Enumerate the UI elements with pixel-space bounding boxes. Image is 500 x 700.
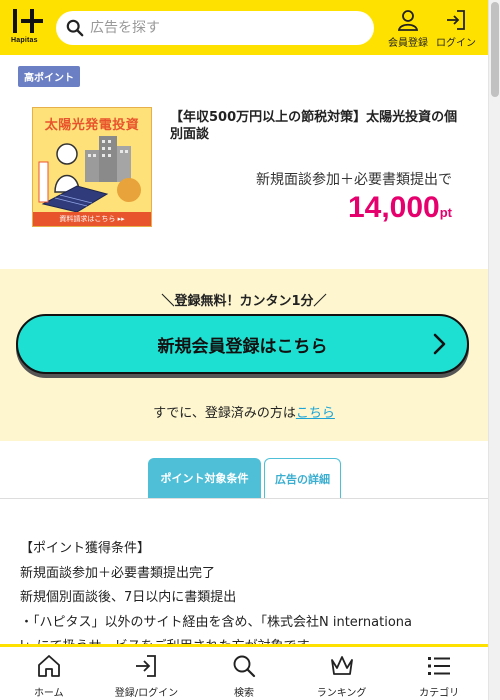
login-button[interactable]: ログイン (436, 9, 476, 49)
nav-search-label: 検索 (233, 688, 254, 699)
login-label: ログイン (436, 38, 476, 49)
tab-divider (0, 498, 488, 499)
nav-ranking[interactable]: ランキング (293, 647, 391, 700)
high-point-badge: 高ポイント (18, 66, 80, 87)
new-member-register-button[interactable]: 新規会員登録はこちら (16, 314, 469, 374)
register-catchphrase: ＼登録無料！カンタン1分／ (161, 294, 327, 309)
detail-line: 新規面談参加＋必要書類提出完了 (20, 565, 216, 581)
member-register-label: 会員登録 (388, 38, 428, 49)
already-registered-link[interactable]: こちら (296, 406, 335, 421)
banner-bottom-text: 資料請求はこちら ▸▸ (33, 212, 151, 226)
tab-point-conditions[interactable]: ポイント対象条件 (148, 458, 261, 498)
logo-text: Hapitas (11, 36, 38, 44)
detail-line: 新規個別面談後、7日以内に書類提出 (20, 590, 237, 605)
already-registered-text: すでに、登録済みの方はこちら (0, 402, 488, 421)
point-condition: 新規面談参加＋必要書類提出で (256, 172, 452, 188)
register-section: ＼登録無料！カンタン1分／ 新規会員登録はこちら すでに、登録済みの方はこちら (0, 269, 488, 441)
user-icon (397, 10, 419, 31)
register-button-label: 新規会員登録はこちら (157, 336, 328, 357)
solar-illustration-icon (38, 136, 141, 212)
chevron-right-icon (433, 333, 446, 355)
nav-login-label: 登録/ログイン (114, 688, 179, 699)
header: Hapitas 会員登録 ログイン (0, 0, 488, 55)
search-input[interactable] (90, 20, 350, 36)
point-conditions-text: 【ポイント獲得条件】 新規面談参加＋必要書類提出完了 新規個別面談後、7日以内に… (20, 537, 480, 660)
hapitas-logo[interactable]: Hapitas (10, 6, 54, 50)
tab-ad-details[interactable]: 広告の詳細 (264, 458, 341, 498)
search-icon (233, 655, 256, 678)
already-registered-label: すでに、登録済みの方は (153, 406, 296, 421)
detail-line: 【ポイント獲得条件】 (20, 541, 151, 556)
points-unit: pt (439, 205, 452, 220)
nav-login[interactable]: 登録/ログイン (98, 647, 196, 700)
home-icon (37, 655, 60, 677)
banner-title: 太陽光発電投資 (44, 118, 140, 133)
member-register-button[interactable]: 会員登録 (388, 9, 428, 49)
nav-ranking-label: ランキング (316, 688, 367, 699)
crown-icon (330, 656, 353, 675)
bottom-navigation: ホーム 登録/ログイン 検索 ランキング カテゴリ (0, 644, 488, 700)
nav-home[interactable]: ホーム (0, 647, 98, 700)
points-amount: 14,000pt (348, 191, 452, 225)
nav-search[interactable]: 検索 (195, 647, 293, 700)
login-icon (447, 10, 465, 30)
detail-line: ・「ハピタス」以外のサイト経由を含め、「株式会社N internationa (20, 614, 412, 630)
offer-title[interactable]: 【年収500万円以上の節税対策】太陽光投資の個別面談 (170, 109, 470, 143)
offer-banner-image[interactable]: 太陽光発電投資 資料請求はこちら ▸▸ (32, 107, 152, 227)
scrollbar-thumb[interactable] (491, 2, 499, 97)
detail-tabs: ポイント対象条件 広告の詳細 (148, 458, 341, 498)
logo-mark-icon (13, 8, 43, 33)
nav-category-label: カテゴリ (419, 688, 460, 699)
page-scrollbar[interactable] (488, 0, 500, 700)
nav-category[interactable]: カテゴリ (390, 647, 488, 700)
nav-home-label: ホーム (33, 688, 64, 699)
search-bar[interactable] (56, 11, 374, 45)
points-value: 14,000 (347, 191, 440, 224)
login-icon (136, 655, 157, 677)
search-icon (66, 19, 84, 37)
list-icon (428, 657, 451, 675)
